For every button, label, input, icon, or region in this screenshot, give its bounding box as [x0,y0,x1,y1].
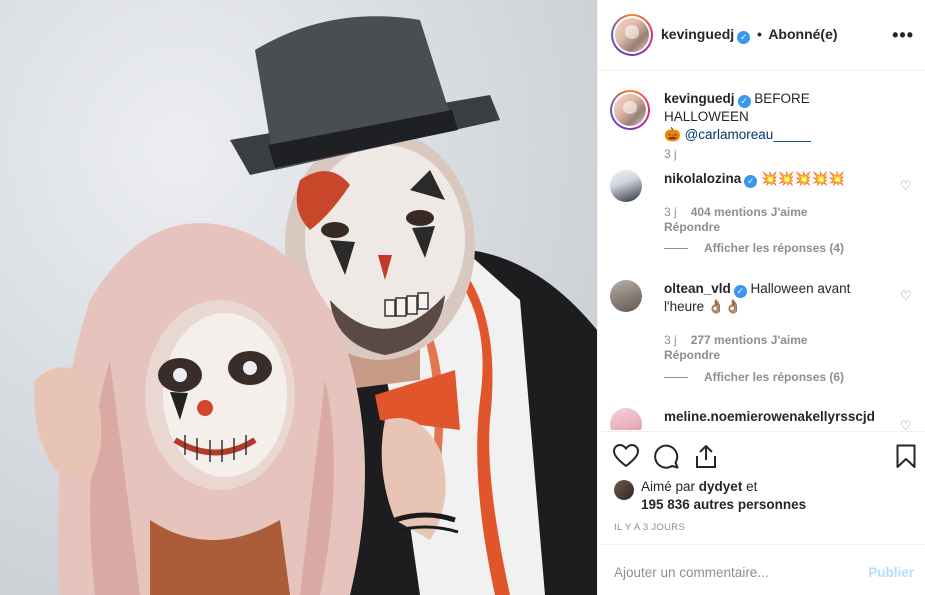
author-header-line: kevinguedj ✓ • Abonné(e) [661,26,838,44]
view-replies-label: Afficher les réponses (4) [704,241,845,255]
comment-meta: 3 j 277 mentions J'aime [664,332,808,348]
more-options-icon[interactable]: ••• [892,25,914,46]
caption-author-avatar[interactable] [610,90,650,130]
caption-username[interactable]: kevinguedj [664,91,735,106]
comment-time: 3 j [664,205,677,219]
share-icon[interactable] [694,444,718,469]
follow-status-button[interactable]: Abonné(e) [768,26,837,42]
caption-mention-link[interactable]: @carlamoreau_____ [685,127,811,142]
view-replies-button[interactable]: Afficher les réponses (6) [664,370,844,384]
comment-item: oltean_vld ✓ Halloween avant l'heure 👌🏽👌🏽… [610,280,914,384]
comment-item: meline.noemierowenakellyrsscjd ♡ [610,408,914,430]
comment-item: nikolalozina ✓ 💥💥💥💥💥 ♡ 3 j 404 mentions J'… [610,170,914,260]
author-avatar[interactable] [611,14,653,56]
caption-time: 3 j [664,147,677,161]
pumpkin-emoji: 🎃 [664,127,681,142]
comment-meta: 3 j 404 mentions J'aime [664,204,808,220]
view-replies-button[interactable]: Afficher les réponses (4) [664,241,844,255]
likes-others-count[interactable]: 195 836 autres personnes [641,497,806,512]
view-replies-label: Afficher les réponses (6) [704,370,845,384]
liker-avatar[interactable] [614,480,634,500]
bookmark-icon[interactable] [896,444,916,469]
post-side-panel: kevinguedj ✓ • Abonné(e) ••• kevinguedj ✓ … [597,0,925,595]
verified-check-icon: ✓ [737,31,751,44]
post-timestamp: IL Y A 3 JOURS [614,522,686,533]
comment-username[interactable]: nikolalozina [664,171,741,186]
comment-like-heart-icon[interactable]: ♡ [900,288,914,303]
reply-button[interactable]: Répondre [664,348,720,362]
verified-check-icon: ✓ [744,175,758,188]
caption-text: kevinguedj ✓ BEFORE HALLOWEEN 🎃 @carlamor… [664,90,894,144]
post-header: kevinguedj ✓ • Abonné(e) ••• [598,0,925,71]
replies-divider [664,377,688,379]
comment-icon[interactable] [654,444,679,469]
commenter-avatar[interactable] [610,408,642,430]
verified-check-icon: ✓ [733,285,747,298]
comment-username[interactable]: oltean_vld [664,281,731,296]
comment-username[interactable]: meline.noemierowenakellyrsscjd [664,409,875,424]
halloween-couple-photo [34,16,597,595]
post-actions: Aimé par dydyet et 195 836 autres person… [598,431,925,543]
author-username[interactable]: kevinguedj [661,26,734,42]
comment-text: nikolalozina ✓ 💥💥💥💥💥 [664,170,894,188]
add-comment-bar: Ajouter un commentaire... Publier [598,544,925,595]
verified-check-icon: ✓ [737,95,751,108]
comments-list[interactable]: kevinguedj ✓ BEFORE HALLOWEEN 🎃 @carlamor… [598,72,925,430]
post-photo[interactable] [0,0,597,595]
commenter-avatar[interactable] [610,280,642,312]
liker-username[interactable]: dydyet [699,479,743,494]
caption: kevinguedj ✓ BEFORE HALLOWEEN 🎃 @carlamor… [610,90,914,180]
publish-button[interactable]: Publier [868,565,914,580]
likes-summary: Aimé par dydyet et 195 836 autres person… [641,478,901,514]
commenter-avatar[interactable] [610,170,642,202]
liked-conjunction: et [746,479,758,494]
comment-likes-count[interactable]: 404 mentions J'aime [691,205,808,219]
comment-like-heart-icon[interactable]: ♡ [900,418,914,430]
comment-body: 💥💥💥💥💥 [761,171,846,186]
comment-time: 3 j [664,333,677,347]
reply-button[interactable]: Répondre [664,220,720,234]
comment-likes-count[interactable]: 277 mentions J'aime [691,333,808,347]
replies-divider [664,248,688,250]
header-separator: • [757,26,762,42]
comment-like-heart-icon[interactable]: ♡ [900,178,914,193]
liked-prefix: Aimé par [641,479,696,494]
heart-icon[interactable] [613,444,639,468]
comment-text: meline.noemierowenakellyrsscjd [664,408,904,426]
comment-text: oltean_vld ✓ Halloween avant l'heure 👌🏽👌🏽 [664,280,894,316]
comment-input[interactable]: Ajouter un commentaire... [614,565,769,580]
